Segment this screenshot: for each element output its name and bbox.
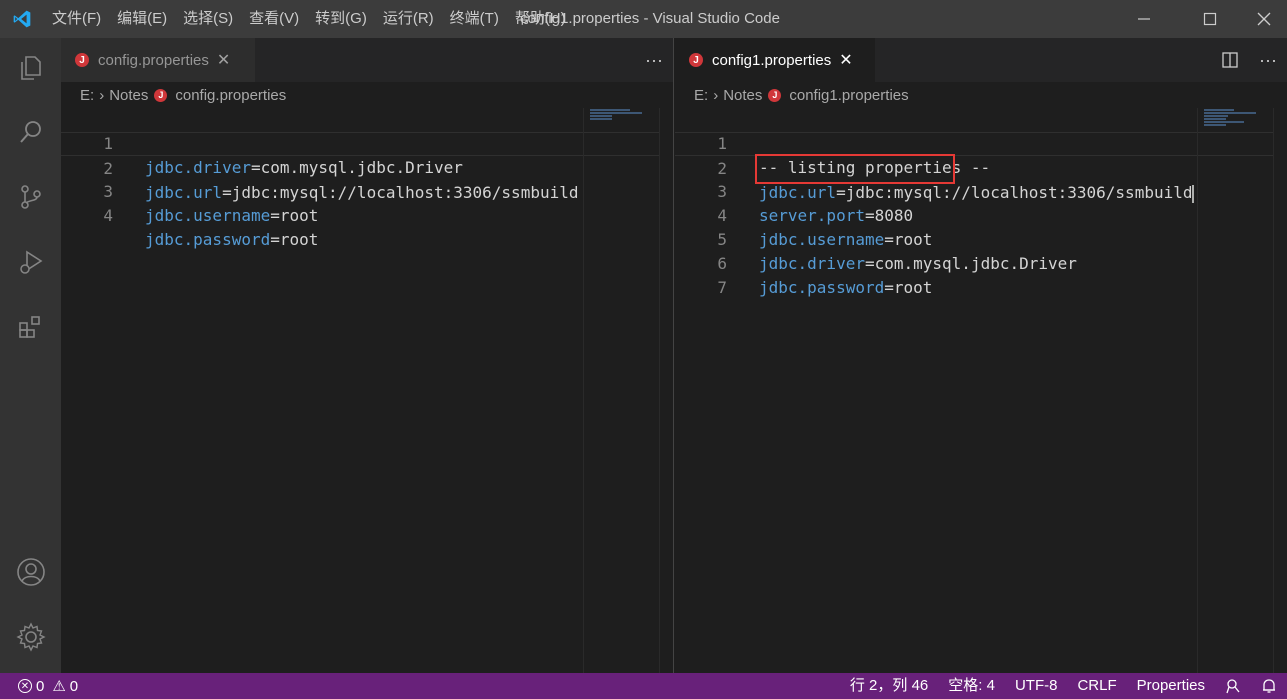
minimize-button[interactable] bbox=[1121, 0, 1167, 38]
line-number: 4 bbox=[103, 206, 113, 225]
property-key: jdbc.username bbox=[145, 206, 271, 225]
status-bar-right: 行 2，列 46 空格: 4 UTF-8 CRLF Properties bbox=[840, 673, 1287, 699]
java-properties-icon: J bbox=[154, 88, 168, 102]
menu-run[interactable]: 运行(R) bbox=[375, 0, 442, 38]
breadcrumb-drive[interactable]: E: bbox=[80, 87, 94, 104]
code-editor-right[interactable]: 1 -- listing properties -- 2 jdbc.url=jd… bbox=[675, 108, 1287, 673]
warning-count: 0 bbox=[69, 677, 79, 695]
highlight-annotation-box bbox=[755, 154, 955, 184]
encoding[interactable]: UTF-8 bbox=[1005, 673, 1068, 699]
more-actions-icon[interactable]: ··· bbox=[635, 38, 673, 82]
warning-icon: ⚠ bbox=[52, 678, 66, 695]
error-icon: ✕ bbox=[18, 679, 32, 693]
language-mode[interactable]: Properties bbox=[1127, 673, 1215, 699]
property-key: jdbc.password bbox=[145, 230, 271, 249]
tab-config1-properties[interactable]: J config1.properties ✕ bbox=[675, 38, 875, 82]
search-icon[interactable] bbox=[0, 108, 61, 156]
run-debug-icon[interactable] bbox=[0, 238, 61, 286]
status-bar: ✕ 0 ⚠ 0 行 2，列 46 空格: 4 UTF-8 CRLF Proper… bbox=[0, 673, 1287, 699]
vscode-logo-icon bbox=[0, 0, 44, 38]
code-line: 1 jdbc.driver=com.mysql.jdbc.Driver bbox=[61, 108, 673, 177]
tab-bar-left: J config.properties ✕ ··· bbox=[61, 38, 673, 82]
close-icon[interactable]: ✕ bbox=[217, 50, 230, 70]
close-window-button[interactable] bbox=[1241, 0, 1287, 38]
code-line: 5 jdbc.driver=com.mysql.jdbc.Driver bbox=[675, 204, 1287, 273]
equals-sign: = bbox=[270, 206, 280, 225]
extensions-icon[interactable] bbox=[0, 303, 61, 351]
menu-edit[interactable]: 编辑(E) bbox=[109, 0, 175, 38]
property-key: jdbc.password bbox=[759, 278, 885, 297]
chevron-right-icon: › bbox=[713, 86, 719, 104]
code-line: 4 jdbc.password=root bbox=[61, 180, 673, 249]
error-count: 0 bbox=[36, 677, 45, 695]
code-line: 3 jdbc.username=root bbox=[61, 156, 673, 225]
breadcrumb-drive[interactable]: E: bbox=[694, 87, 708, 104]
java-properties-icon: J bbox=[689, 53, 703, 67]
feedback-icon[interactable] bbox=[1215, 673, 1251, 699]
close-icon[interactable]: ✕ bbox=[839, 50, 852, 70]
breadcrumb: E: › Notes J config.properties bbox=[61, 82, 673, 108]
code-line: 2 jdbc.url=jdbc:mysql://localhost:3306/s… bbox=[675, 132, 1287, 203]
code-line: 7 bbox=[675, 252, 1287, 297]
line-number: 7 bbox=[717, 278, 727, 297]
editor-group-left: J config.properties ✕ ··· E: › Notes J c… bbox=[61, 38, 674, 673]
title-bar: 文件(F) 编辑(E) 选择(S) 查看(V) 转到(G) 运行(R) 终端(T… bbox=[0, 0, 1287, 38]
window-title: config1.properties - Visual Studio Code bbox=[520, 10, 780, 27]
scrollbar-left[interactable] bbox=[659, 108, 673, 673]
code-line: 2 jdbc.url=jdbc:mysql://localhost:3306/s… bbox=[61, 132, 673, 202]
property-value: root bbox=[279, 230, 319, 249]
split-editor-icon[interactable] bbox=[1211, 38, 1249, 82]
breadcrumb-folder[interactable]: Notes bbox=[109, 87, 148, 104]
breadcrumb-file[interactable]: config1.properties bbox=[789, 87, 908, 104]
tab-bar-right: J config1.properties ✕ ··· bbox=[675, 38, 1287, 82]
menu-go[interactable]: 转到(G) bbox=[307, 0, 375, 38]
code-line: 1 -- listing properties -- bbox=[675, 108, 1287, 177]
equals-sign: = bbox=[270, 230, 280, 249]
breadcrumb-file[interactable]: config.properties bbox=[175, 87, 286, 104]
explorer-icon[interactable] bbox=[0, 44, 61, 92]
menu-file[interactable]: 文件(F) bbox=[44, 0, 109, 38]
end-of-line[interactable]: CRLF bbox=[1067, 673, 1126, 699]
window-controls bbox=[1121, 0, 1287, 38]
more-actions-icon[interactable]: ··· bbox=[1249, 38, 1287, 82]
account-icon[interactable] bbox=[0, 548, 61, 596]
tab-label: config.properties bbox=[98, 51, 209, 69]
cursor-position[interactable]: 行 2，列 46 bbox=[840, 673, 938, 699]
property-value: root bbox=[279, 206, 319, 225]
minimap-right[interactable] bbox=[1197, 108, 1273, 673]
tab-config-properties[interactable]: J config.properties ✕ bbox=[61, 38, 255, 82]
property-value: root bbox=[893, 278, 933, 297]
maximize-button[interactable] bbox=[1187, 0, 1233, 38]
equals-sign: = bbox=[884, 278, 894, 297]
scrollbar-right[interactable] bbox=[1273, 108, 1287, 673]
minimap-left[interactable] bbox=[583, 108, 659, 673]
tab-label: config1.properties bbox=[712, 51, 832, 69]
problems-indicator[interactable]: ✕ 0 ⚠ 0 bbox=[0, 677, 78, 695]
tab-actions-left: ··· bbox=[635, 38, 673, 82]
chevron-right-icon: › bbox=[99, 86, 105, 104]
java-properties-icon: J bbox=[768, 88, 782, 102]
notifications-bell-icon[interactable] bbox=[1251, 673, 1287, 699]
activity-bar bbox=[0, 38, 61, 673]
code-editor-left[interactable]: 1 jdbc.driver=com.mysql.jdbc.Driver 2 jd… bbox=[61, 108, 673, 673]
breadcrumb: E: › Notes J config1.properties bbox=[675, 82, 1287, 108]
source-control-icon[interactable] bbox=[0, 173, 61, 221]
breadcrumb-folder[interactable]: Notes bbox=[723, 87, 762, 104]
settings-gear-icon[interactable] bbox=[0, 613, 61, 661]
code-line: 6 jdbc.password=root bbox=[675, 228, 1287, 297]
editor-group-right: J config1.properties ✕ ··· E: › Notes J … bbox=[675, 38, 1287, 673]
java-properties-icon: J bbox=[75, 53, 89, 67]
menu-selection[interactable]: 选择(S) bbox=[175, 0, 241, 38]
menu-view[interactable]: 查看(V) bbox=[241, 0, 307, 38]
indentation[interactable]: 空格: 4 bbox=[938, 673, 1005, 699]
tab-actions-right: ··· bbox=[1211, 38, 1287, 82]
